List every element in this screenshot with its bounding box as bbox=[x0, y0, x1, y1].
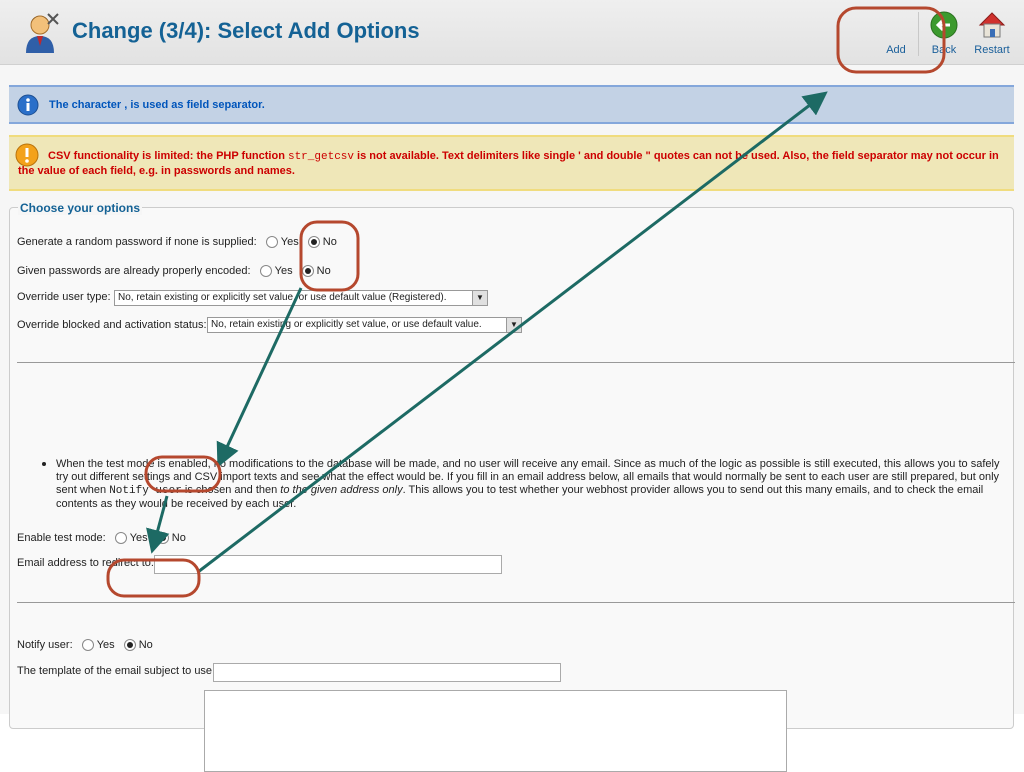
random-password-yes-radio[interactable] bbox=[265, 236, 278, 249]
test-mode-row: Enable test mode: Yes No bbox=[17, 532, 186, 545]
warning-message-text: CSV functionality is limited: the PHP fu… bbox=[18, 150, 999, 177]
main-content: The character , is used as field separat… bbox=[0, 65, 1024, 772]
override-type-label: Override user type: bbox=[17, 291, 111, 303]
test-mode-description: When the test mode is enabled, no modifi… bbox=[56, 458, 1000, 510]
user-admin-icon bbox=[26, 13, 59, 53]
encoded-row: Given passwords are already properly enc… bbox=[17, 265, 331, 278]
restart-button[interactable]: Restart bbox=[966, 10, 1018, 56]
php-function-name: str_getcsv bbox=[287, 151, 354, 163]
notify-label: Notify user: bbox=[17, 639, 73, 651]
override-type-select[interactable]: No, retain existing or explicitly set va… bbox=[114, 290, 488, 306]
section-divider bbox=[17, 602, 1015, 603]
override-blocked-label: Override blocked and activation status: bbox=[17, 319, 207, 331]
email-body-textarea[interactable] bbox=[204, 690, 787, 772]
page-header: Change (3/4): Select Add Options Add Bac… bbox=[0, 0, 1024, 65]
test-mode-yes-radio[interactable] bbox=[114, 532, 127, 545]
email-redirect-label: Email address to redirect to: bbox=[17, 557, 154, 569]
home-icon bbox=[978, 12, 1006, 38]
page-title: Change (3/4): Select Add Options bbox=[72, 18, 420, 43]
back-arrow-icon bbox=[930, 11, 958, 39]
enable-test-label: Enable test mode: bbox=[17, 532, 106, 544]
chevron-down-icon: ▼ bbox=[472, 291, 487, 305]
random-password-row: Generate a random password if none is su… bbox=[17, 236, 337, 249]
encoded-yes-radio[interactable] bbox=[259, 265, 272, 278]
options-fieldset: Choose your options Generate a random pa… bbox=[9, 201, 1015, 772]
bullet bbox=[42, 462, 46, 466]
test-mode-no-radio[interactable] bbox=[156, 532, 169, 545]
options-legend: Choose your options bbox=[18, 201, 142, 215]
notify-row: Notify user: Yes No bbox=[17, 639, 153, 652]
back-button[interactable]: Back bbox=[918, 10, 970, 56]
info-message: The character , is used as field separat… bbox=[9, 85, 1014, 124]
encoded-no-radio[interactable] bbox=[301, 265, 314, 278]
warning-message: CSV functionality is limited: the PHP fu… bbox=[9, 135, 1014, 191]
template-subject-input[interactable] bbox=[213, 663, 561, 682]
restart-button-label: Restart bbox=[974, 44, 1010, 56]
random-password-no-radio[interactable] bbox=[307, 236, 320, 249]
encoded-label: Given passwords are already properly enc… bbox=[17, 265, 251, 277]
chevron-down-icon: ▼ bbox=[506, 318, 521, 332]
notify-no-radio[interactable] bbox=[123, 639, 136, 652]
info-icon bbox=[17, 94, 39, 116]
section-divider bbox=[17, 362, 1015, 363]
template-label: The template of the email subject to use… bbox=[17, 665, 216, 677]
email-redirect-input[interactable] bbox=[154, 555, 502, 574]
random-password-label: Generate a random password if none is su… bbox=[17, 236, 257, 248]
add-button-label: Add bbox=[886, 44, 906, 56]
override-blocked-select[interactable]: No, retain existing or explicitly set va… bbox=[207, 317, 522, 333]
info-message-text: The character , is used as field separat… bbox=[49, 99, 265, 111]
notify-yes-radio[interactable] bbox=[81, 639, 94, 652]
back-button-label: Back bbox=[931, 44, 957, 56]
add-button[interactable]: Add bbox=[870, 10, 922, 56]
